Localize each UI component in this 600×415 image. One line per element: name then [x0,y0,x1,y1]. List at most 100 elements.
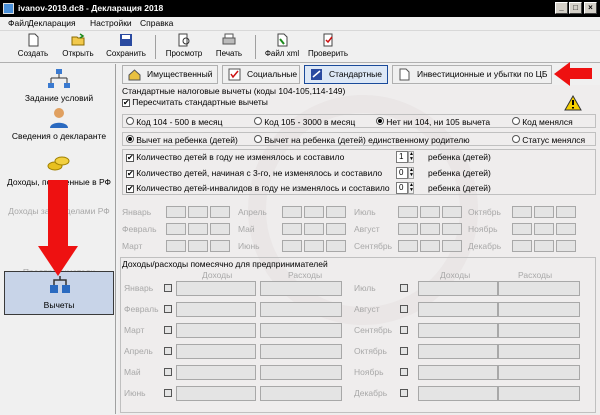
month-count-field[interactable] [534,223,554,235]
ent-month-checkbox[interactable] [164,305,172,313]
radio-child-single-parent[interactable] [254,135,262,143]
tab-investment[interactable]: Инвестиционные и убытки по ЦБ [392,65,552,84]
ent-expense-field[interactable] [260,344,342,359]
month-count-field[interactable] [512,223,532,235]
ent-income-field[interactable] [176,302,256,317]
print-button[interactable]: Печать [210,33,248,61]
warning-icon[interactable] [564,95,582,111]
ent-income-field[interactable] [418,281,498,296]
q2-row[interactable]: ✔ Количество детей, начиная с 3-го, не и… [126,168,382,178]
ent-month-checkbox[interactable] [164,284,172,292]
maximize-button[interactable]: □ [569,2,582,14]
menu-file[interactable]: Файл [8,18,29,28]
ent-income-field[interactable] [176,281,256,296]
q1-checkbox[interactable]: ✔ [126,154,134,162]
radio-status-changed[interactable] [512,135,520,143]
month-count-field[interactable] [442,240,462,252]
month-count-field[interactable] [512,240,532,252]
ent-expense-field[interactable] [498,365,580,380]
ent-month-checkbox[interactable] [400,347,408,355]
ent-month-checkbox[interactable] [164,326,172,334]
opt-code-104[interactable]: Код 104 - 500 в месяц [126,117,223,127]
xml-file-button[interactable]: Файл xml [262,33,302,61]
month-count-field[interactable] [166,206,186,218]
month-count-field[interactable] [420,240,440,252]
month-count-field[interactable] [326,223,346,235]
create-button[interactable]: Создать [12,33,54,61]
menu-declaration[interactable]: Декларация [28,18,76,28]
month-count-field[interactable] [556,206,576,218]
month-count-field[interactable] [442,223,462,235]
month-count-field[interactable] [534,206,554,218]
q3-checkbox[interactable]: ✔ [126,185,134,193]
ent-income-field[interactable] [418,386,498,401]
month-count-field[interactable] [512,206,532,218]
ent-month-checkbox[interactable] [400,389,408,397]
ent-income-field[interactable] [176,344,256,359]
menu-settings[interactable]: Настройки [90,18,132,28]
month-count-field[interactable] [166,223,186,235]
month-count-field[interactable] [326,206,346,218]
month-count-field[interactable] [166,240,186,252]
month-count-field[interactable] [304,206,324,218]
ent-income-field[interactable] [418,323,498,338]
opt-status-changed[interactable]: Статус менялся [512,135,585,145]
radio-child[interactable] [126,135,134,143]
radio-code-changed[interactable] [512,117,520,125]
radio-no-code[interactable] [376,117,384,125]
radio-code-105[interactable] [254,117,262,125]
month-count-field[interactable] [282,240,302,252]
month-count-field[interactable] [210,206,230,218]
ent-income-field[interactable] [418,344,498,359]
q3-row[interactable]: ✔ Количество детей-инвалидов в году не и… [126,183,390,193]
month-count-field[interactable] [188,240,208,252]
ent-income-field[interactable] [418,365,498,380]
q1-spinner[interactable]: ▲ ▼ [408,151,414,163]
ent-income-field[interactable] [176,386,256,401]
ent-month-checkbox[interactable] [164,389,172,397]
month-count-field[interactable] [282,206,302,218]
minimize-button[interactable]: _ [555,2,568,14]
q2-spinner[interactable]: ▲ ▼ [408,167,414,179]
opt-code-105[interactable]: Код 105 - 3000 в месяц [254,117,355,127]
open-button[interactable]: Открыть [58,33,98,61]
month-count-field[interactable] [326,240,346,252]
menu-help[interactable]: Справка [140,18,173,28]
tab-social[interactable]: Социальные [222,65,300,84]
ent-month-checkbox[interactable] [400,305,408,313]
month-count-field[interactable] [556,240,576,252]
close-button[interactable]: × [584,2,597,14]
ent-month-checkbox[interactable] [164,368,172,376]
month-count-field[interactable] [534,240,554,252]
tab-standard[interactable]: Стандартные [304,65,388,84]
ent-income-field[interactable] [176,365,256,380]
ent-expense-field[interactable] [498,302,580,317]
ent-income-field[interactable] [176,323,256,338]
month-count-field[interactable] [188,223,208,235]
save-button[interactable]: Сохранить [104,33,148,61]
ent-expense-field[interactable] [498,281,580,296]
ent-month-checkbox[interactable] [164,347,172,355]
q1-row[interactable]: ✔ Количество детей в году не изменялось … [126,152,344,162]
month-count-field[interactable] [420,223,440,235]
recalc-checkbox[interactable]: ✔ [122,99,130,107]
month-count-field[interactable] [398,223,418,235]
ent-expense-field[interactable] [260,302,342,317]
preview-button[interactable]: Просмотр [162,33,206,61]
month-count-field[interactable] [420,206,440,218]
opt-child-single-parent[interactable]: Вычет на ребенка (детей) единственному р… [254,135,470,145]
ent-expense-field[interactable] [498,386,580,401]
opt-no-code[interactable]: Нет ни 104, ни 105 вычета [376,117,490,127]
nav-declarant[interactable]: Сведения о декларанте [2,106,116,141]
month-count-field[interactable] [210,240,230,252]
q3-input[interactable]: 0 [396,182,408,194]
month-count-field[interactable] [282,223,302,235]
month-count-field[interactable] [398,206,418,218]
month-count-field[interactable] [304,240,324,252]
ent-income-field[interactable] [418,302,498,317]
recalc-checkbox-row[interactable]: ✔ Пересчитать стандартные вычеты [122,97,268,107]
ent-expense-field[interactable] [260,281,342,296]
ent-expense-field[interactable] [260,365,342,380]
ent-month-checkbox[interactable] [400,326,408,334]
month-count-field[interactable] [188,206,208,218]
